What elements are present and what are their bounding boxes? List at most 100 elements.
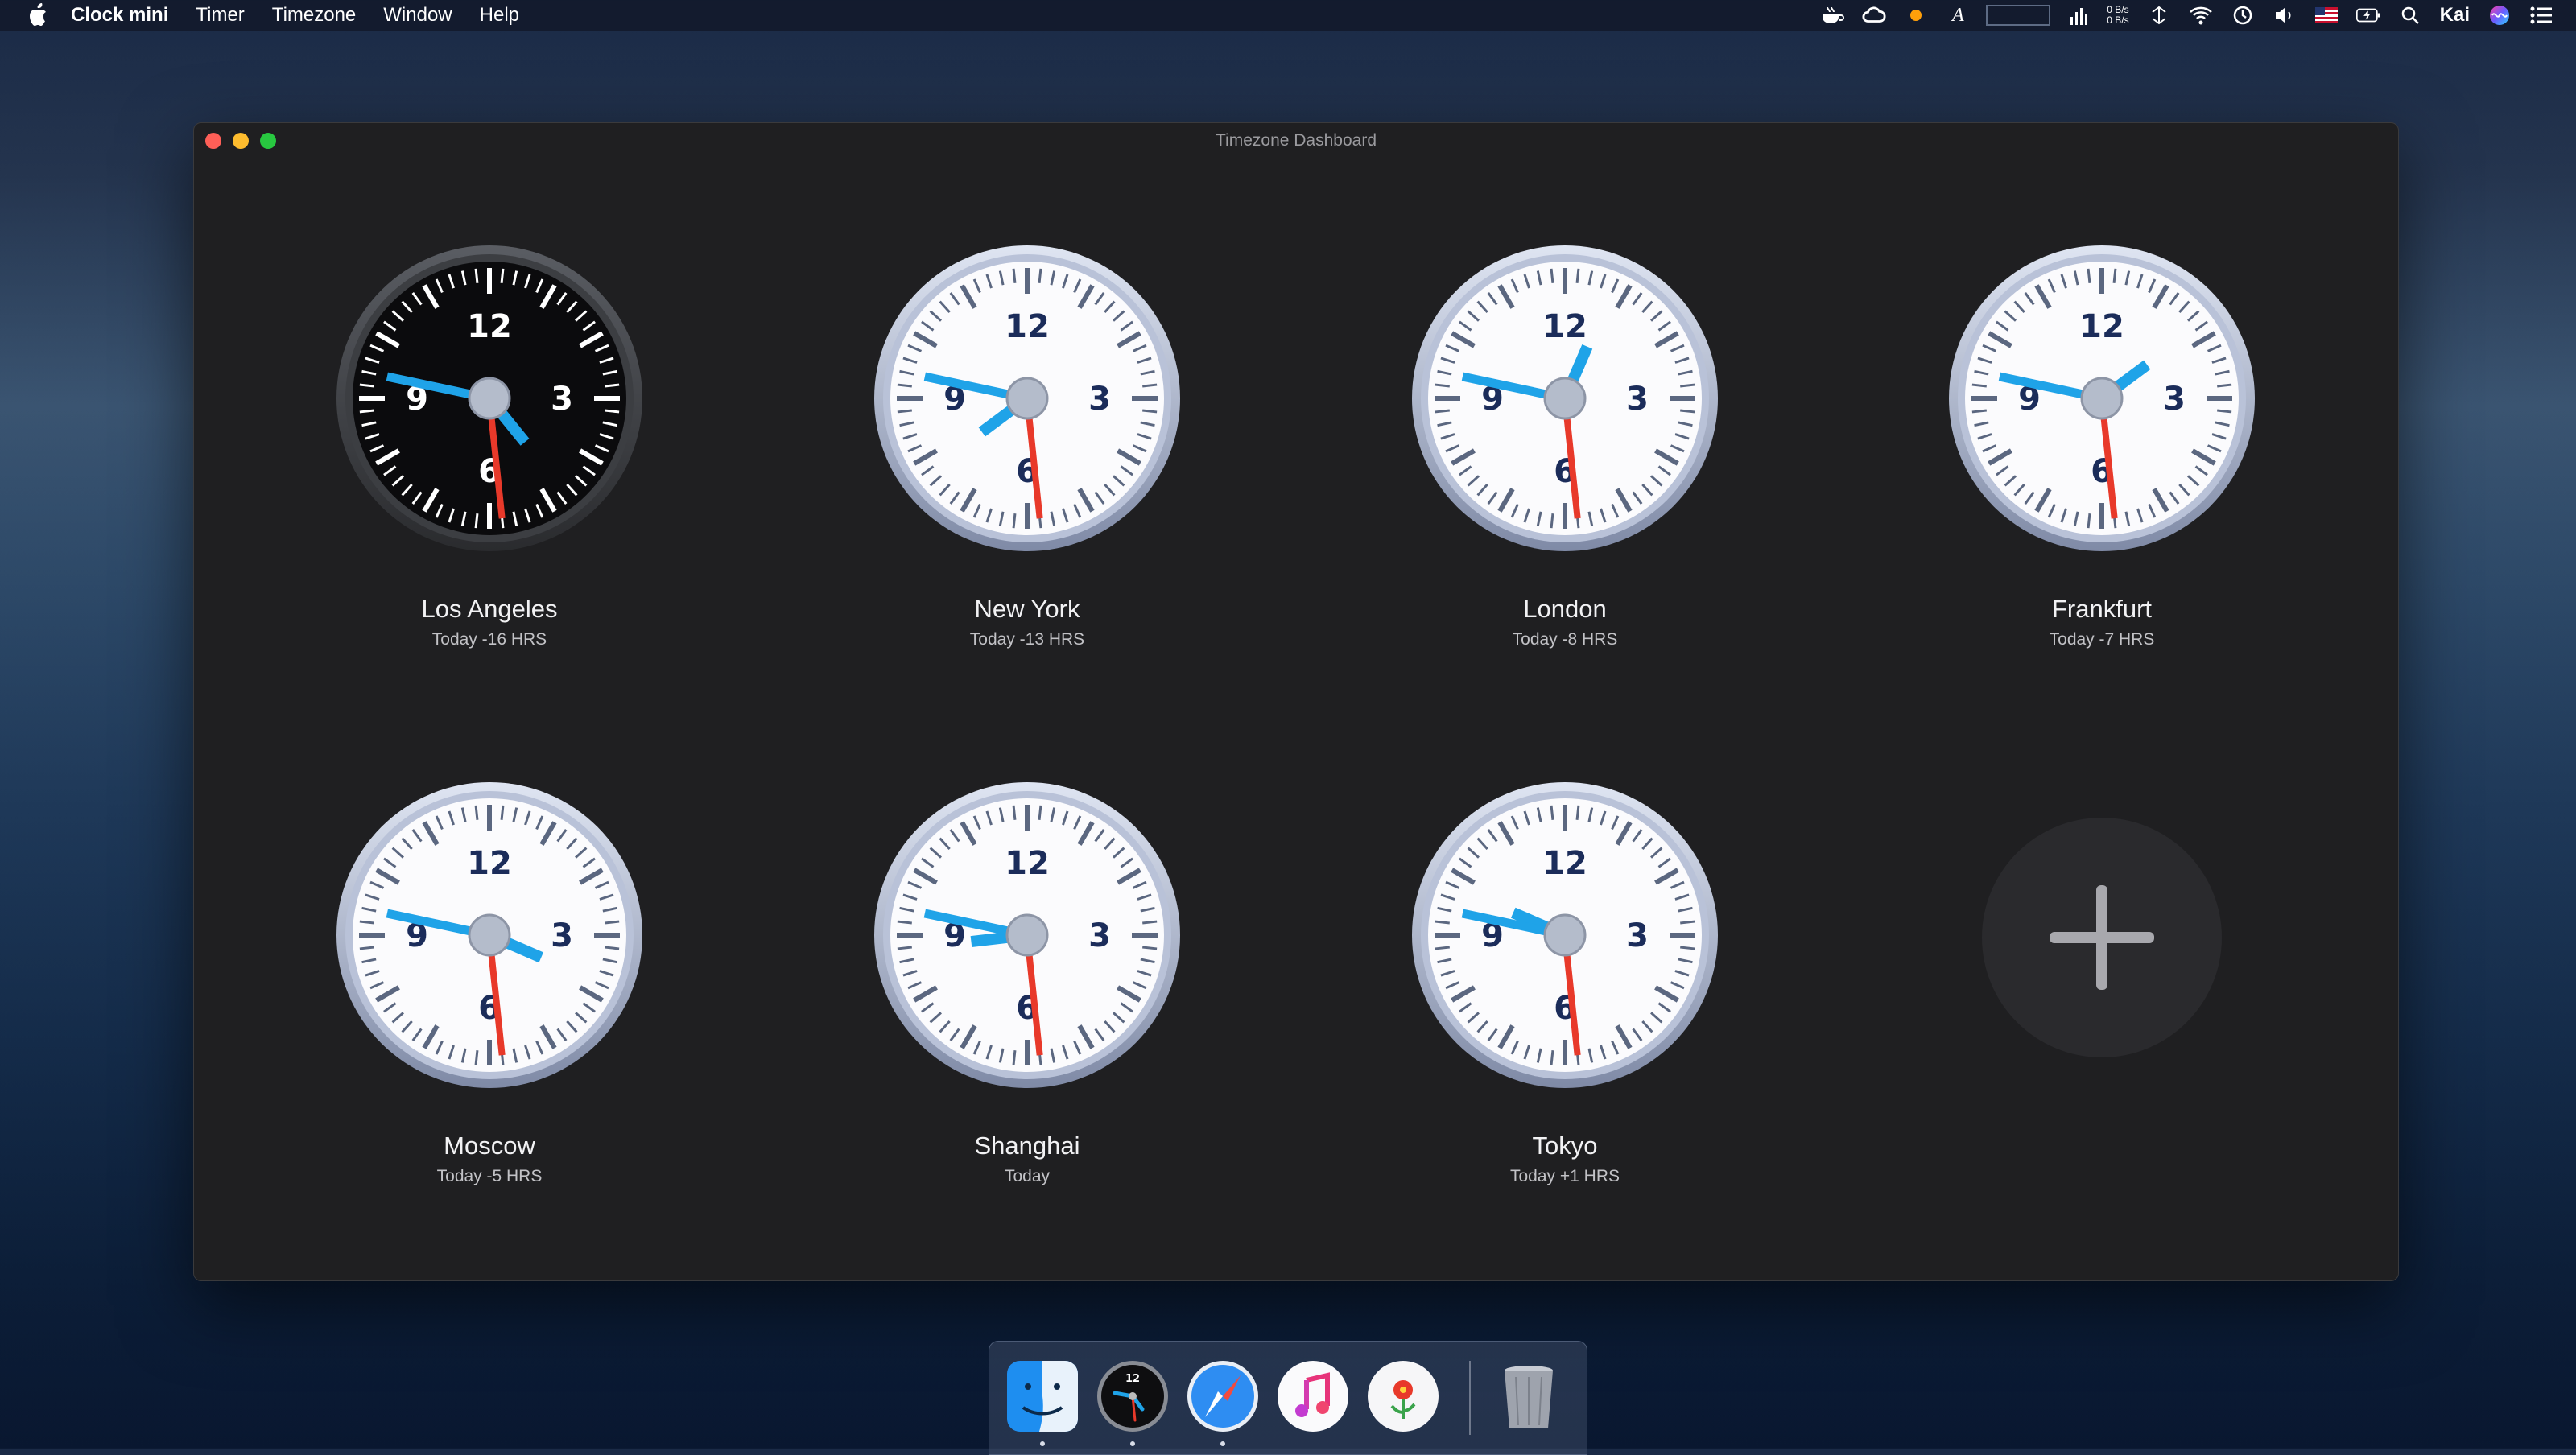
creative-cloud-icon[interactable] [1862,3,1886,27]
dock: 12 [989,1341,1587,1455]
analog-clock-face: 12369 [1412,782,1718,1088]
minute-tick [474,268,479,283]
window-titlebar[interactable]: Timezone Dashboard [194,123,2398,155]
minute-tick [605,920,620,925]
volume-icon[interactable] [2273,3,2297,27]
minute-tick [1435,946,1450,950]
minute-tick [2112,268,2117,283]
clock-numeral: 3 [1626,381,1649,418]
coffee-cup-icon[interactable] [1820,3,1845,27]
center-cap [2080,377,2124,420]
svg-text:12: 12 [1125,1373,1140,1385]
minute-tick [897,409,912,414]
add-clock-button[interactable] [1982,818,2222,1057]
minute-tick [1680,920,1695,925]
running-indicator [1220,1441,1225,1446]
minute-tick [1142,409,1158,414]
minute-tick [1142,946,1158,950]
network-graph-box[interactable] [1986,5,2051,26]
minute-tick [605,383,620,388]
minute-tick [1435,920,1450,925]
network-arrows-icon[interactable] [2147,3,2171,27]
running-indicator [1130,1441,1135,1446]
audio-levels-icon[interactable] [2068,3,2092,27]
minute-tick [1142,383,1158,388]
time-offset-text: Today [1004,1167,1051,1185]
clock-mini-icon[interactable]: 12 [1094,1358,1171,1435]
photos-icon[interactable] [1364,1358,1442,1435]
clock-numeral: 3 [551,381,573,418]
clock-tile[interactable]: 12 3 6 9 Los Angeles Today -16 HRS [288,245,691,696]
center-cap [1543,913,1587,957]
minute-tick [1971,409,1987,414]
status-dot-icon[interactable] [1904,3,1928,27]
notification-list-icon[interactable] [2529,3,2553,27]
menu-timer[interactable]: Timer [196,4,244,27]
minute-tick [1012,805,1017,820]
minute-tick [1550,805,1554,820]
clock-numeral: 3 [1088,381,1111,418]
city-name: Tokyo [1532,1131,1598,1160]
trash-icon[interactable] [1490,1358,1567,1435]
us-flag-icon[interactable] [2314,3,2339,27]
clock-numeral: 12 [2079,308,2124,345]
clock-tile[interactable]: 12 3 6 9 Shanghai Today [826,782,1228,1233]
time-offset-text: Today -16 HRS [431,630,547,649]
analog-clock-face: 12369 [336,245,642,551]
center-cap [468,377,511,420]
minute-tick [2217,409,2232,414]
minute-tick [474,513,479,529]
minute-tick [359,409,374,414]
clock-numeral: 12 [1005,308,1050,345]
minute-tick [1012,1050,1017,1065]
time-machine-icon[interactable] [2231,3,2255,27]
minute-tick [1550,268,1554,283]
clock-tile[interactable]: 12 3 6 9 Tokyo Today +1 HRS [1364,782,1766,1233]
network-stats[interactable]: 0 B/s 0 B/s [2107,5,2128,26]
minute-tick [1435,383,1450,388]
minute-tick [474,805,479,820]
minute-tick [897,383,912,388]
clock-tile[interactable]: 12 3 6 9 New York Today -13 HRS [826,245,1228,696]
timezone-dashboard-window: Timezone Dashboard 12 3 6 9 Los Angeles Tod… [193,122,2399,1281]
time-offset-text: Today +1 HRS [1510,1167,1620,1185]
clock-tile[interactable]: 12 3 6 9 Moscow Today -5 HRS [288,782,691,1233]
text-input-a-icon[interactable]: A [1946,3,1970,27]
siri-icon[interactable] [2487,3,2512,27]
city-name: Shanghai [974,1131,1080,1160]
safari-icon[interactable] [1184,1358,1261,1435]
analog-clock-face: 12369 [1949,245,2255,551]
apple-icon[interactable] [26,3,50,27]
city-name: Moscow [444,1131,535,1160]
minute-tick [500,805,505,820]
wifi-icon[interactable] [2189,3,2213,27]
minute-tick [1575,268,1580,283]
minute-tick [1575,805,1580,820]
time-offset-text: Today -7 HRS [2049,630,2155,649]
itunes-icon[interactable] [1274,1358,1352,1435]
minute-tick [359,920,374,925]
search-icon[interactable] [2398,3,2422,27]
analog-clock-face: 12369 [336,782,642,1088]
user-name[interactable]: Kai [2440,4,2470,27]
clock-numeral: 12 [467,308,512,345]
menu-timezone[interactable]: Timezone [272,4,356,27]
menu-help[interactable]: Help [480,4,519,27]
minute-tick [359,383,374,388]
clock-numeral: 3 [551,917,573,954]
menu-app-name[interactable]: Clock mini [71,4,168,27]
time-offset-text: Today -5 HRS [436,1167,543,1185]
minute-tick [1680,946,1695,950]
minute-tick [359,946,374,950]
clock-tile[interactable]: 12 3 6 9 London Today -8 HRS [1364,245,1766,696]
time-offset-text: Today -13 HRS [969,630,1085,649]
clock-tile[interactable]: 12 3 6 9 Frankfurt Today -7 HRS [1901,245,2303,696]
minute-tick [1435,409,1450,414]
battery-icon[interactable] [2355,3,2380,27]
minute-tick [1680,383,1695,388]
clock-numeral: 12 [1005,845,1050,882]
menu-window[interactable]: Window [383,4,452,27]
finder-icon[interactable] [1004,1358,1081,1435]
center-cap [468,913,511,957]
window-title: Timezone Dashboard [1216,131,1377,150]
